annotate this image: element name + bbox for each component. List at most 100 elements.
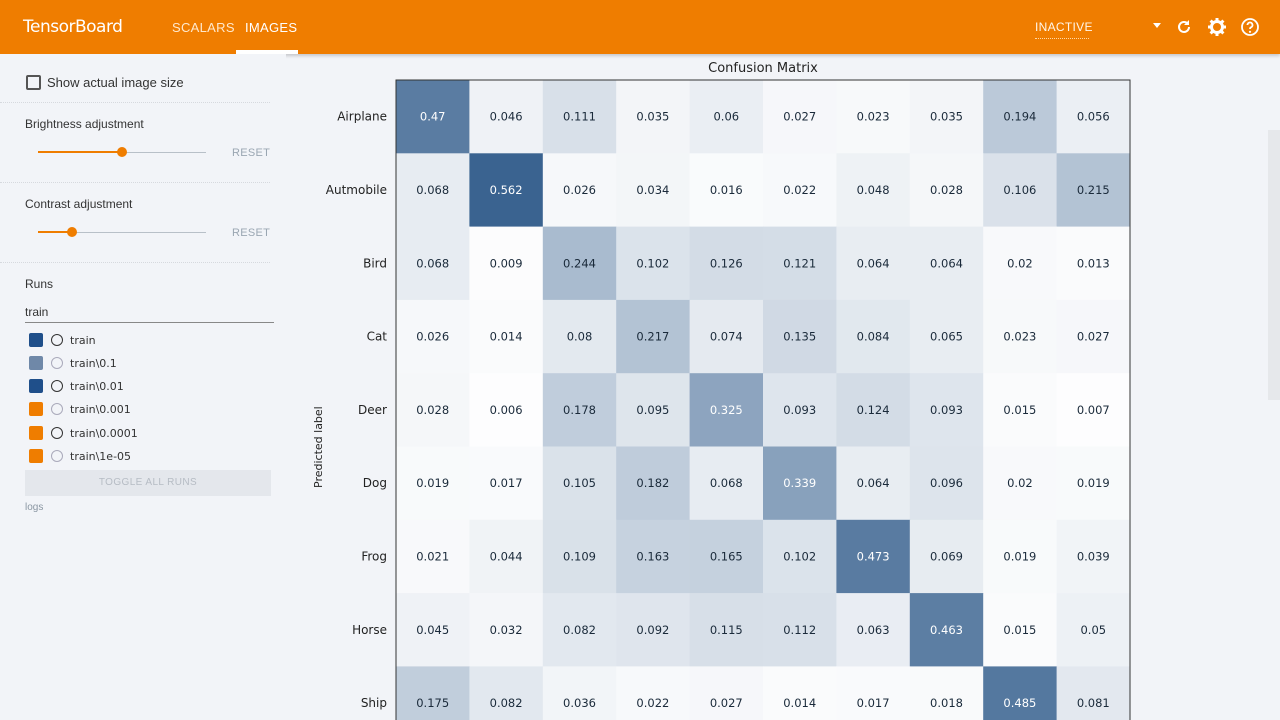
cell-value-label: 0.034 [636,183,669,197]
heatmap-cell [396,666,470,720]
cell-value-label: 0.023 [857,110,890,124]
row-tick-label: Frog [361,549,387,563]
cell-value-label: 0.106 [1003,183,1036,197]
cell-value-label: 0.069 [930,549,963,563]
cell-value-label: 0.084 [857,330,890,344]
cell-value-label: 0.063 [857,623,890,637]
row-tick-label: Cat [367,330,388,344]
heatmap-cell [836,666,911,720]
cell-value-label: 0.027 [783,110,816,124]
cell-value-label: 0.019 [1003,549,1036,563]
cell-value-label: 0.02 [1007,476,1033,490]
cell-value-label: 0.092 [636,623,669,637]
cell-value-label: 0.165 [710,549,743,563]
cell-value-label: 0.006 [490,403,523,417]
cell-value-label: 0.093 [783,403,816,417]
cell-value-label: 0.009 [490,256,523,270]
cell-value-label: 0.163 [636,549,669,563]
cell-value-label: 0.022 [636,696,669,710]
cell-value-label: 0.015 [1003,403,1036,417]
row-tick-label: Autmobile [326,183,387,197]
cell-value-label: 0.022 [783,183,816,197]
cell-value-label: 0.135 [783,330,816,344]
heatmap-cell [616,666,691,720]
row-tick-label: Dog [363,476,387,490]
cell-value-label: 0.485 [1003,696,1036,710]
heatmap-cell [1056,666,1131,720]
cell-value-label: 0.47 [420,110,446,124]
cell-value-label: 0.082 [490,696,523,710]
cell-value-label: 0.182 [636,476,669,490]
cell-value-label: 0.068 [416,256,449,270]
cell-value-label: 0.019 [416,476,449,490]
cell-value-label: 0.325 [710,403,743,417]
cell-value-label: 0.05 [1080,623,1106,637]
cell-value-label: 0.056 [1077,110,1110,124]
cell-value-label: 0.018 [930,696,963,710]
cell-value-label: 0.082 [563,623,596,637]
row-tick-label: Airplane [337,110,387,124]
heatmap-cell [983,666,1058,720]
cell-value-label: 0.014 [783,696,816,710]
cell-value-label: 0.339 [783,476,816,490]
cell-value-label: 0.068 [710,476,743,490]
cell-value-label: 0.027 [1077,330,1110,344]
cell-value-label: 0.026 [416,330,449,344]
cell-value-label: 0.032 [490,623,523,637]
row-tick-label: Horse [352,623,387,637]
cell-value-label: 0.562 [490,183,523,197]
cell-value-label: 0.016 [710,183,743,197]
cell-value-label: 0.244 [563,256,596,270]
cell-value-label: 0.027 [710,696,743,710]
cell-value-label: 0.048 [857,183,890,197]
row-tick-label: Deer [358,403,387,417]
cell-value-label: 0.115 [710,623,743,637]
cell-value-label: 0.068 [416,183,449,197]
row-tick-label: Bird [363,256,387,270]
cell-value-label: 0.065 [930,330,963,344]
cell-value-label: 0.126 [710,256,743,270]
cell-value-label: 0.463 [930,623,963,637]
cell-value-label: 0.121 [783,256,816,270]
cell-value-label: 0.019 [1077,476,1110,490]
cell-value-label: 0.102 [636,256,669,270]
cell-value-label: 0.074 [710,330,743,344]
cell-value-label: 0.124 [857,403,890,417]
row-tick-label: Ship [361,696,387,710]
cell-value-label: 0.064 [857,256,890,270]
cell-value-label: 0.095 [636,403,669,417]
cell-value-label: 0.178 [563,403,596,417]
cell-value-label: 0.064 [857,476,890,490]
scrollbar[interactable] [1268,130,1280,400]
cell-value-label: 0.035 [636,110,669,124]
heatmap-cell [469,666,544,720]
cell-value-label: 0.039 [1077,549,1110,563]
cell-value-label: 0.217 [636,330,669,344]
cell-value-label: 0.014 [490,330,523,344]
confusion-matrix: 0.47 0.046 0.111 0.035 0.06 0.027 0.023 0.035 0.… [326,79,1131,720]
cell-value-label: 0.473 [857,549,890,563]
cell-value-label: 0.194 [1003,110,1036,124]
cell-value-label: 0.007 [1077,403,1110,417]
cell-value-label: 0.045 [416,623,449,637]
cell-value-label: 0.081 [1077,696,1110,710]
cell-value-label: 0.175 [416,696,449,710]
cell-value-label: 0.017 [490,476,523,490]
cell-value-label: 0.017 [857,696,890,710]
cell-value-label: 0.028 [416,403,449,417]
cell-value-label: 0.046 [490,110,523,124]
cell-value-label: 0.044 [490,549,523,563]
cell-value-label: 0.215 [1077,183,1110,197]
cell-value-label: 0.109 [563,549,596,563]
cell-value-label: 0.064 [930,256,963,270]
cell-value-label: 0.111 [563,110,596,124]
heatmap-cell [689,666,764,720]
cell-value-label: 0.06 [713,110,739,124]
cell-value-label: 0.013 [1077,256,1110,270]
heatmap-cell [542,666,617,720]
cell-value-label: 0.096 [930,476,963,490]
cell-value-label: 0.102 [783,549,816,563]
cell-value-label: 0.035 [930,110,963,124]
cell-value-label: 0.023 [1003,330,1036,344]
cell-value-label: 0.08 [567,330,593,344]
